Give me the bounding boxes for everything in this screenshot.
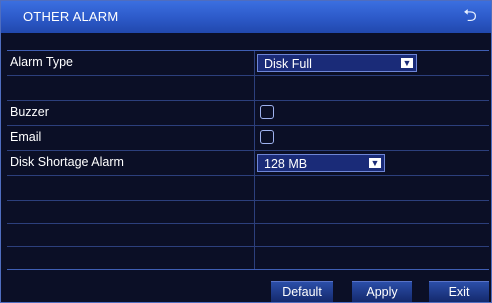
buzzer-checkbox[interactable] bbox=[260, 105, 274, 119]
window-title: OTHER ALARM bbox=[23, 9, 119, 24]
default-button[interactable]: Default bbox=[271, 281, 333, 302]
other-alarm-window: OTHER ALARM ⮌ Alarm Type Disk Full ▼ Buz… bbox=[0, 0, 492, 303]
row-empty bbox=[7, 222, 489, 247]
row-empty bbox=[7, 199, 489, 224]
row-empty bbox=[7, 76, 489, 101]
row-disk-shortage: Disk Shortage Alarm 128 MB ▼ bbox=[7, 151, 489, 176]
alarm-type-value: Disk Full bbox=[264, 57, 312, 71]
row-empty bbox=[7, 245, 489, 269]
exit-button[interactable]: Exit bbox=[429, 281, 489, 302]
chevron-down-icon: ▼ bbox=[401, 58, 413, 68]
buzzer-label: Buzzer bbox=[10, 105, 49, 119]
chevron-down-icon: ▼ bbox=[369, 158, 381, 168]
disk-shortage-value: 128 MB bbox=[264, 157, 308, 171]
email-label: Email bbox=[10, 130, 42, 144]
return-arrow-icon[interactable]: ⮌ bbox=[459, 5, 481, 27]
row-empty bbox=[7, 176, 489, 201]
alarm-type-select[interactable]: Disk Full ▼ bbox=[257, 54, 417, 72]
email-checkbox[interactable] bbox=[260, 130, 274, 144]
row-email: Email bbox=[7, 126, 489, 151]
row-buzzer: Buzzer bbox=[7, 101, 489, 126]
row-alarm-type: Alarm Type Disk Full ▼ bbox=[7, 51, 489, 76]
apply-button[interactable]: Apply bbox=[352, 281, 412, 302]
disk-shortage-label: Disk Shortage Alarm bbox=[10, 155, 124, 169]
settings-table: Alarm Type Disk Full ▼ Buzzer Email Disk… bbox=[7, 50, 489, 270]
title-bar: OTHER ALARM ⮌ bbox=[1, 1, 491, 33]
alarm-type-label: Alarm Type bbox=[10, 55, 73, 69]
disk-shortage-select[interactable]: 128 MB ▼ bbox=[257, 154, 385, 172]
